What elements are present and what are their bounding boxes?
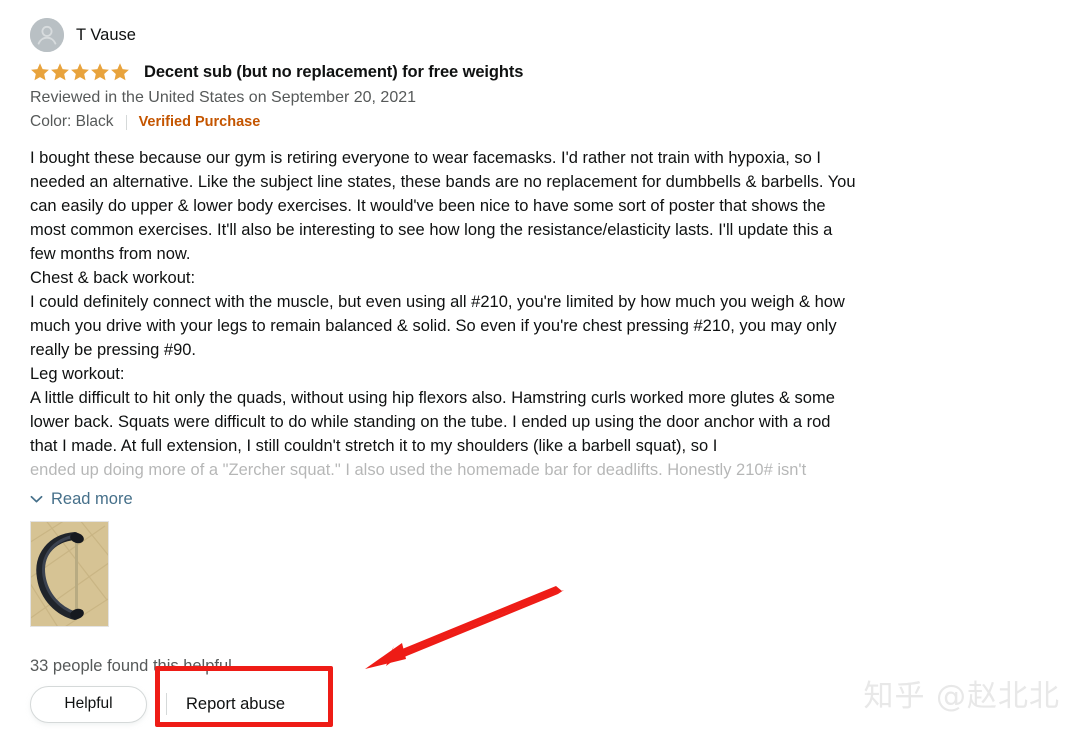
report-abuse-button[interactable]: Report abuse bbox=[186, 695, 285, 714]
review-media-row bbox=[30, 521, 1050, 627]
review-paragraph: I could definitely connect with the musc… bbox=[30, 293, 845, 359]
site-watermark: 知乎 @赵北北 bbox=[863, 679, 1060, 714]
reviewer-name: T Vause bbox=[76, 25, 136, 44]
star-rating[interactable] bbox=[30, 62, 134, 82]
action-divider bbox=[166, 693, 167, 715]
review-paragraph: Chest & back workout: bbox=[30, 269, 196, 287]
review-paragraph: Leg workout: bbox=[30, 365, 125, 383]
review-meta-row: Color: Black Verified Purchase bbox=[30, 112, 1050, 132]
product-review: T Vause Decent sub (but no replacement) … bbox=[30, 18, 1050, 723]
review-variant-color: Color: Black bbox=[30, 113, 114, 130]
reviewer-row: T Vause bbox=[30, 18, 1050, 52]
chevron-down-icon bbox=[30, 490, 43, 509]
person-avatar-icon[interactable] bbox=[30, 18, 64, 52]
read-more-toggle[interactable]: Read more bbox=[30, 490, 133, 509]
review-truncated-line: ended up doing more of a "Zercher squat.… bbox=[30, 461, 807, 479]
verified-purchase-badge: Verified Purchase bbox=[138, 114, 261, 130]
review-title-row: Decent sub (but no replacement) for free… bbox=[30, 61, 1050, 83]
review-title: Decent sub (but no replacement) for free… bbox=[144, 62, 524, 81]
read-more-label: Read more bbox=[51, 490, 133, 508]
meta-divider bbox=[125, 114, 127, 130]
review-photo-thumbnail[interactable] bbox=[30, 521, 109, 627]
helpful-button[interactable]: Helpful bbox=[30, 685, 147, 723]
review-paragraph: A little difficult to hit only the quads… bbox=[30, 389, 835, 455]
review-paragraph: I bought these because our gym is retiri… bbox=[30, 149, 856, 263]
review-date: Reviewed in the United States on Septemb… bbox=[30, 89, 417, 106]
review-body: I bought these because our gym is retiri… bbox=[30, 146, 860, 482]
